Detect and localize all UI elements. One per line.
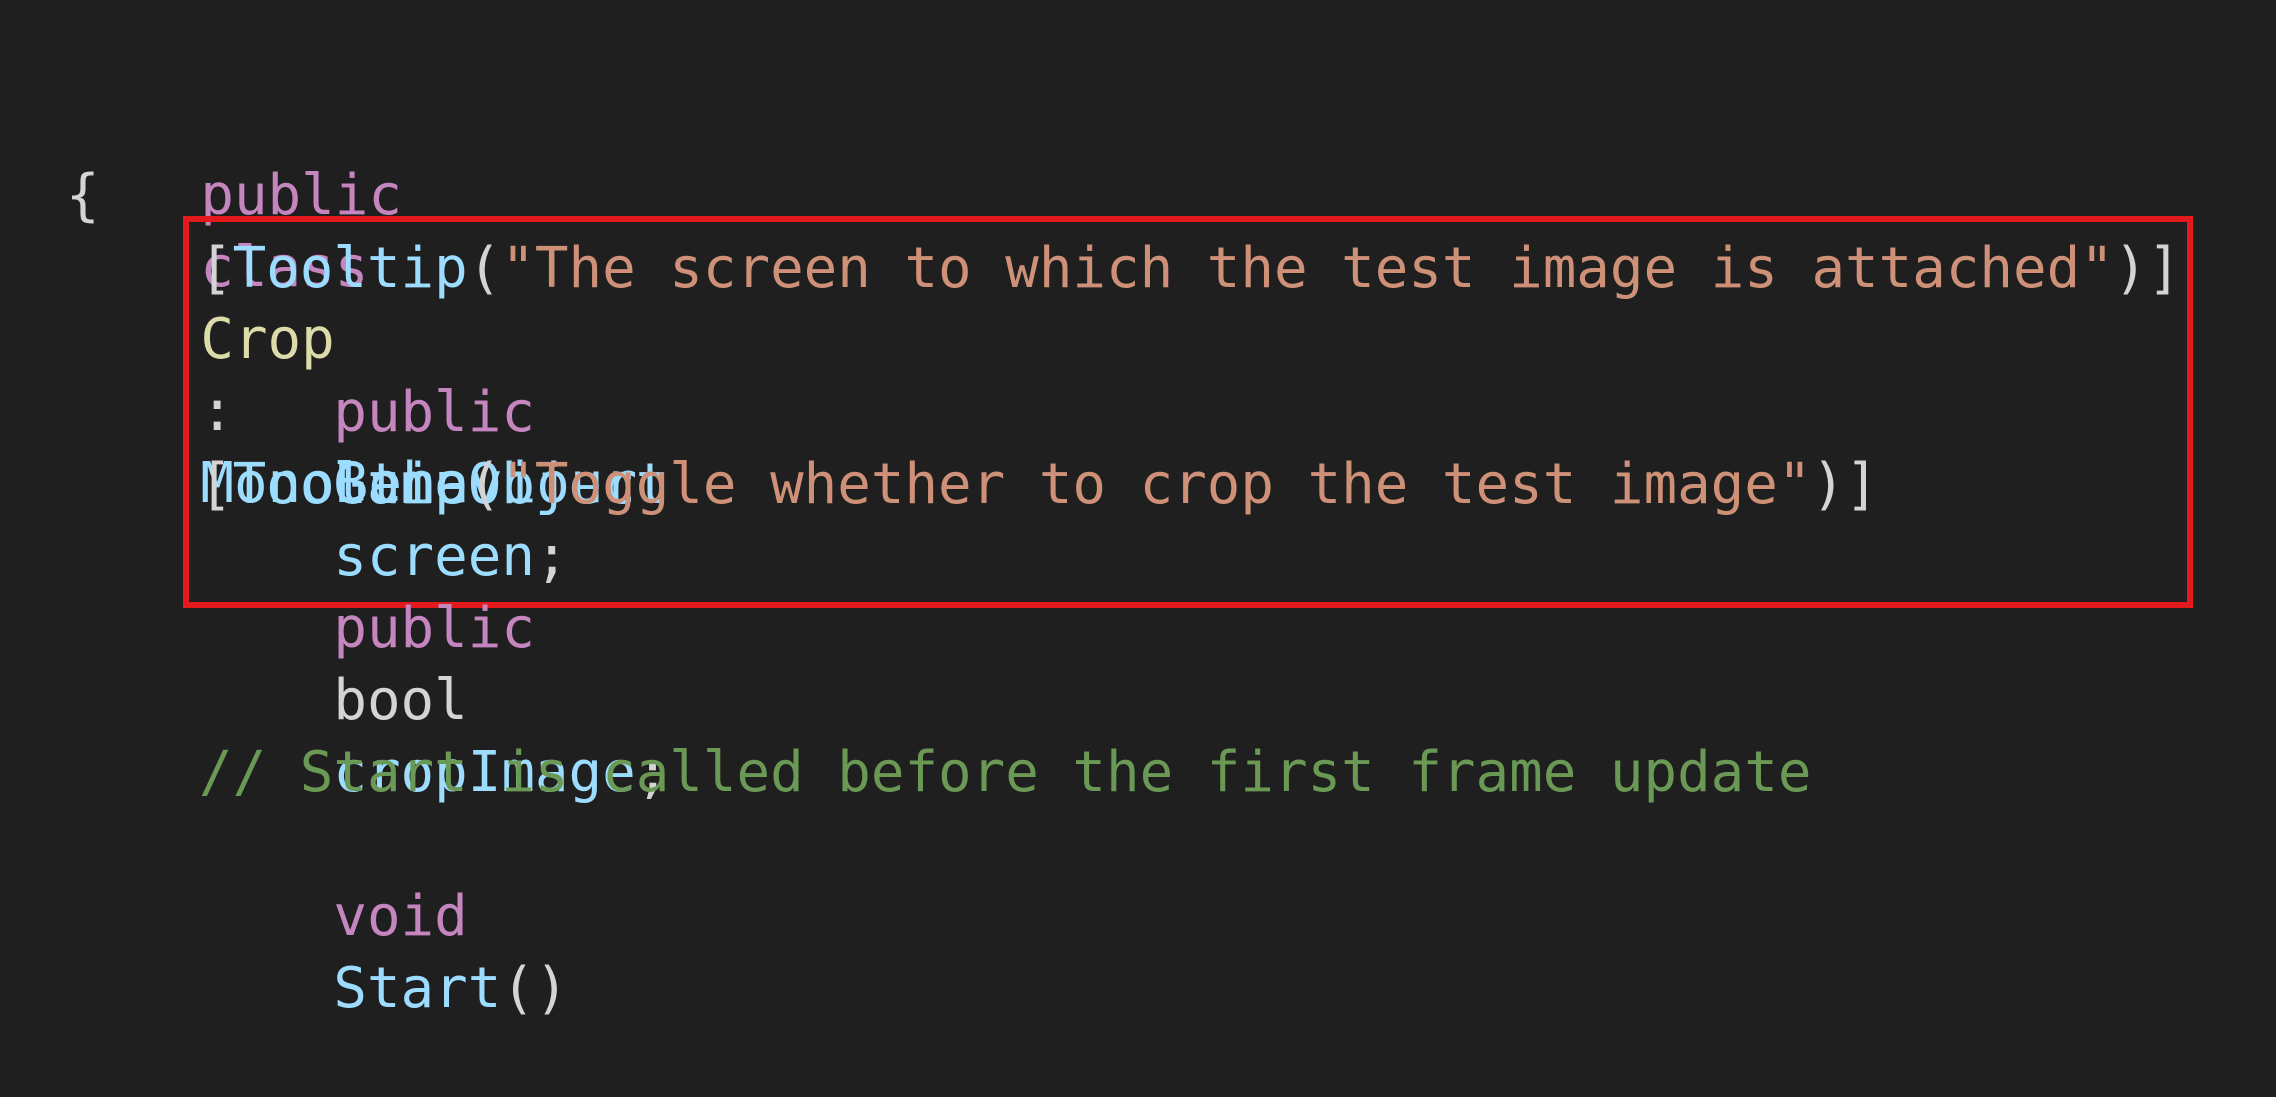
code-line-tooltip-screen: [Tooltip("The screen to which the test i… <box>199 233 2181 305</box>
code-line-tooltip-crop: [Tooltip("Toggle whether to crop the tes… <box>199 449 1879 521</box>
open-brace: { <box>66 163 100 228</box>
parens: () <box>501 956 569 1021</box>
field-type: bool <box>333 668 468 733</box>
code-line-start-method: void Start() <box>199 809 568 1021</box>
open-bracket: [ <box>199 236 233 301</box>
open-bracket: [ <box>199 452 233 517</box>
attribute-name: Tooltip <box>232 452 468 517</box>
close-paren-bracket: )] <box>1811 452 1879 517</box>
keyword-void: void <box>333 884 468 949</box>
open-paren: ( <box>467 452 502 517</box>
code-line-open-brace: { <box>66 160 100 232</box>
code-line-class-declaration: public class Crop : MonoBehaviour <box>66 88 637 516</box>
code-line-comment: // Start is called before the first fram… <box>199 737 1811 809</box>
code-line-field-cropimage: public bool cropImage; <box>199 521 669 805</box>
string-literal: "The screen to which the test image is a… <box>501 236 2114 301</box>
open-paren: ( <box>467 236 502 301</box>
method-name: Start <box>333 956 502 1021</box>
comment: // Start is called before the first fram… <box>199 740 1812 805</box>
code-line-field-screen: public GameObject screen; <box>199 305 669 589</box>
close-paren-bracket: )] <box>2113 236 2181 301</box>
keyword-public: public <box>333 380 535 445</box>
keyword-public: public <box>333 596 535 661</box>
attribute-name: Tooltip <box>232 236 468 301</box>
string-literal: "Toggle whether to crop the test image" <box>501 452 1812 517</box>
code-editor[interactable]: public class Crop : MonoBehaviour { [Too… <box>0 0 2276 1021</box>
